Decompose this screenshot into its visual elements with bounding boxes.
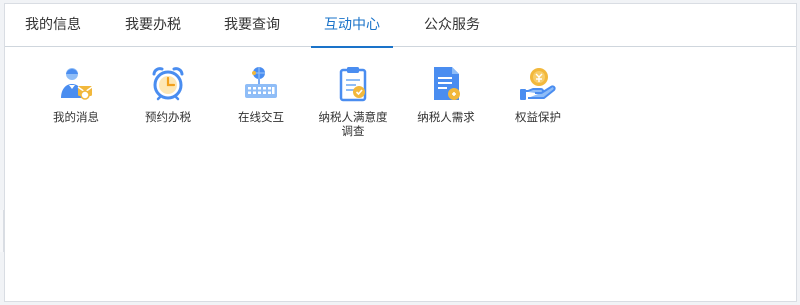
tile-appointment[interactable]: 预约办税	[123, 64, 213, 124]
tab-tax-handling[interactable]: 我要办税	[113, 4, 193, 47]
tile-label: 权益保护	[515, 110, 561, 124]
hand-coin-icon	[520, 68, 556, 100]
tile-label: 纳税人满意度 调查	[318, 110, 388, 138]
tile-label: 在线交互	[238, 110, 284, 124]
tile-label: 我的消息	[53, 110, 99, 124]
tile-label: 预约办税	[145, 110, 191, 124]
tab-my-info[interactable]: 我的信息	[13, 4, 93, 47]
tile-label: 纳税人需求	[417, 110, 475, 124]
clipboard-survey-icon	[339, 67, 367, 102]
tab-interactive-center[interactable]: 互动中心	[311, 4, 393, 48]
tab-bar: 我的信息 我要办税 我要查询 互动中心 公众服务	[5, 4, 796, 48]
tab-public-services[interactable]: 公众服务	[412, 4, 492, 47]
keyboard-globe-icon	[245, 67, 277, 98]
tile-taxpayer-needs[interactable]: 纳税人需求	[401, 64, 491, 124]
tile-rights-protection[interactable]: 权益保护	[493, 64, 583, 124]
tile-online-interaction[interactable]: 在线交互	[216, 64, 306, 124]
tile-satisfaction-survey[interactable]: 纳税人满意度 调查	[308, 64, 398, 138]
interactive-center-panel: 我的信息 我要办税 我要查询 互动中心 公众服务 我的消息 预约办税 在线交互 …	[4, 3, 797, 302]
user-message-icon	[61, 68, 93, 100]
tab-query[interactable]: 我要查询	[212, 4, 292, 47]
alarm-clock-icon	[152, 67, 184, 101]
tile-my-messages[interactable]: 我的消息	[31, 64, 121, 124]
document-request-icon	[434, 67, 460, 100]
